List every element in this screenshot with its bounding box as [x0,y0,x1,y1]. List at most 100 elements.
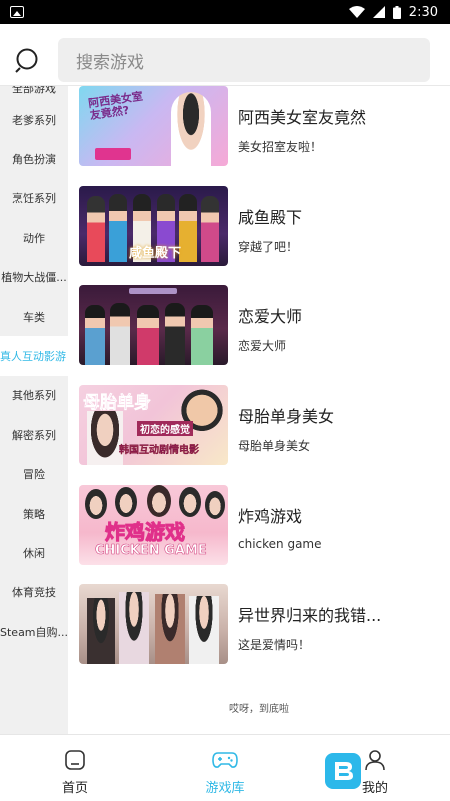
game-item[interactable]: 恋爱大师 恋爱大师 [79,285,439,365]
character-figure [110,303,130,365]
game-thumbnail: 阿西美女室友竟然? [79,86,228,166]
character-figure [155,594,185,664]
sidebar-item-label: 其他系列 [12,389,56,403]
sidebar-item-label: Steam自购... [0,625,68,639]
sidebar-item-steam[interactable]: Steam自购... [0,612,68,651]
character-figure [109,194,127,262]
sidebar-item-label: 全部游戏 [12,86,56,95]
thumb-subtitle-text: 初恋的感觉 [137,421,193,436]
game-title: 母胎单身美女 [238,407,335,426]
character-face [85,489,107,519]
search-button[interactable] [14,46,42,74]
game-title: 异世界归来的我错... [238,606,382,625]
search-placeholder: 搜索游戏 [76,52,144,73]
sidebar-item-cooking[interactable]: 烹饪系列 [0,179,68,218]
game-item[interactable]: 炸鸡游戏 CHICKEN GAME 炸鸡游戏 chicken game [79,485,439,565]
character-face [147,485,171,517]
sidebar-item-casual[interactable]: 休闲 [0,533,68,572]
nav-game-library[interactable]: 游戏库 [150,735,300,801]
sidebar-item-other[interactable]: 其他系列 [0,376,68,415]
game-thumbnail: 咸鱼殿下 [79,186,228,266]
status-bar: 2:30 [0,0,450,24]
wifi-icon [348,6,365,18]
sidebar-item-label: 休闲 [23,546,45,560]
sidebar-item-label: 烹饪系列 [12,192,56,206]
game-subtitle: 恋爱大师 [238,339,287,353]
character-figure [191,305,213,365]
thumb-subtitle-text: CHICKEN GAME [95,543,207,559]
sidebar-item-pvz[interactable]: 植物大战僵... [0,258,68,297]
sidebar-item-rpg[interactable]: 角色扮演 [0,139,68,178]
nav-home-label: 首页 [61,781,88,796]
sidebar-item-label: 解密系列 [12,428,56,442]
character-face [179,487,201,517]
sidebar-item-label: 老爹系列 [12,113,56,127]
game-item[interactable]: 阿西美女室友竟然? 阿西美女室友竟然 美女招室友啦！ [79,86,439,166]
sidebar-item-cars[interactable]: 车类 [0,297,68,336]
game-subtitle: chicken game [238,537,322,551]
gamepad-icon [212,752,238,768]
battery-icon [392,5,401,19]
home-icon [65,750,85,770]
sidebar-item-label: 角色扮演 [12,153,56,167]
signal-icon [372,6,385,18]
game-title: 炸鸡游戏 [238,507,303,526]
game-subtitle: 美女招室友啦！ [238,140,323,154]
thumb-logo [129,288,177,294]
logo-b-icon [335,762,353,780]
thumb-title-text: 炸鸡游戏 [105,520,186,545]
character-figure [87,411,123,465]
character-figure [119,592,149,664]
sidebar-item-strategy[interactable]: 策略 [0,494,68,533]
nav-game-library-label: 游戏库 [205,781,245,796]
sidebar-item-papa-series[interactable]: 老爹系列 [0,100,68,139]
nav-profile[interactable]: 我的 [300,735,450,801]
character-figure [87,598,115,664]
character-figure [189,596,219,664]
game-subtitle: 母胎单身美女 [238,439,311,453]
sidebar-item-label: 真人互动影游 [0,350,66,364]
sidebar-item-label: 冒险 [23,468,45,482]
thumb-start-button [95,148,131,160]
sidebar-item-label: 车类 [23,310,45,324]
character-figure [85,305,105,365]
game-thumbnail: 母胎单身 初恋的感觉 韩国互动剧情电影 [79,385,228,465]
character-figure [179,194,197,262]
sidebar-item-adventure[interactable]: 冒险 [0,455,68,494]
sidebar-item-action[interactable]: 动作 [0,218,68,257]
character-figure [87,196,105,262]
game-thumbnail [79,584,228,664]
game-subtitle: 这是爱情吗！ [238,638,311,652]
sidebar-item-puzzle[interactable]: 解密系列 [0,415,68,454]
game-title: 阿西美女室友竟然 [238,108,367,127]
game-list: 阿西美女室友竟然? 阿西美女室友竟然 美女招室友啦！ 咸鱼殿下 咸鱼殿下 穿越了… [68,86,450,734]
sidebar-item-label: 植物大战僵... [1,271,67,285]
character-figure [171,92,211,166]
game-subtitle: 穿越了吧！ [238,240,299,254]
sidebar-item-live-action[interactable]: 真人互动影游 [0,336,68,376]
thumb-title-text: 阿西美女室友竟然? [87,89,144,123]
character-figure [201,196,219,262]
app-logo-icon [325,753,361,789]
game-item[interactable]: 咸鱼殿下 咸鱼殿下 穿越了吧！ [79,186,439,266]
character-face [205,491,225,519]
thumb-title-text: 母胎单身 [83,393,152,414]
status-time: 2:30 [408,4,438,20]
list-end-note: 哎呀，到底啦 [229,704,289,715]
thumb-title-text: 咸鱼殿下 [129,246,182,261]
character-figure [137,305,159,365]
game-thumbnail [79,285,228,365]
sidebar-item-all-games[interactable]: 全部游戏 [0,86,68,95]
sidebar-item-label: 策略 [23,507,45,521]
game-item[interactable]: 母胎单身 初恋的感觉 韩国互动剧情电影 母胎单身美女 母胎单身美女 [79,385,439,465]
sidebar-item-sports[interactable]: 体育竞技 [0,573,68,612]
search-input[interactable]: 搜索游戏 [58,38,430,82]
game-item[interactable]: 异世界归来的我错... 这是爱情吗！ [79,584,439,664]
search-header: 搜索游戏 [0,24,450,86]
image-notification-icon [10,6,24,18]
nav-profile-label: 我的 [361,781,388,796]
nav-home[interactable]: 首页 [0,735,150,801]
sidebar-item-label: 体育竞技 [12,586,56,600]
user-icon [365,750,385,771]
game-thumbnail: 炸鸡游戏 CHICKEN GAME [79,485,228,565]
